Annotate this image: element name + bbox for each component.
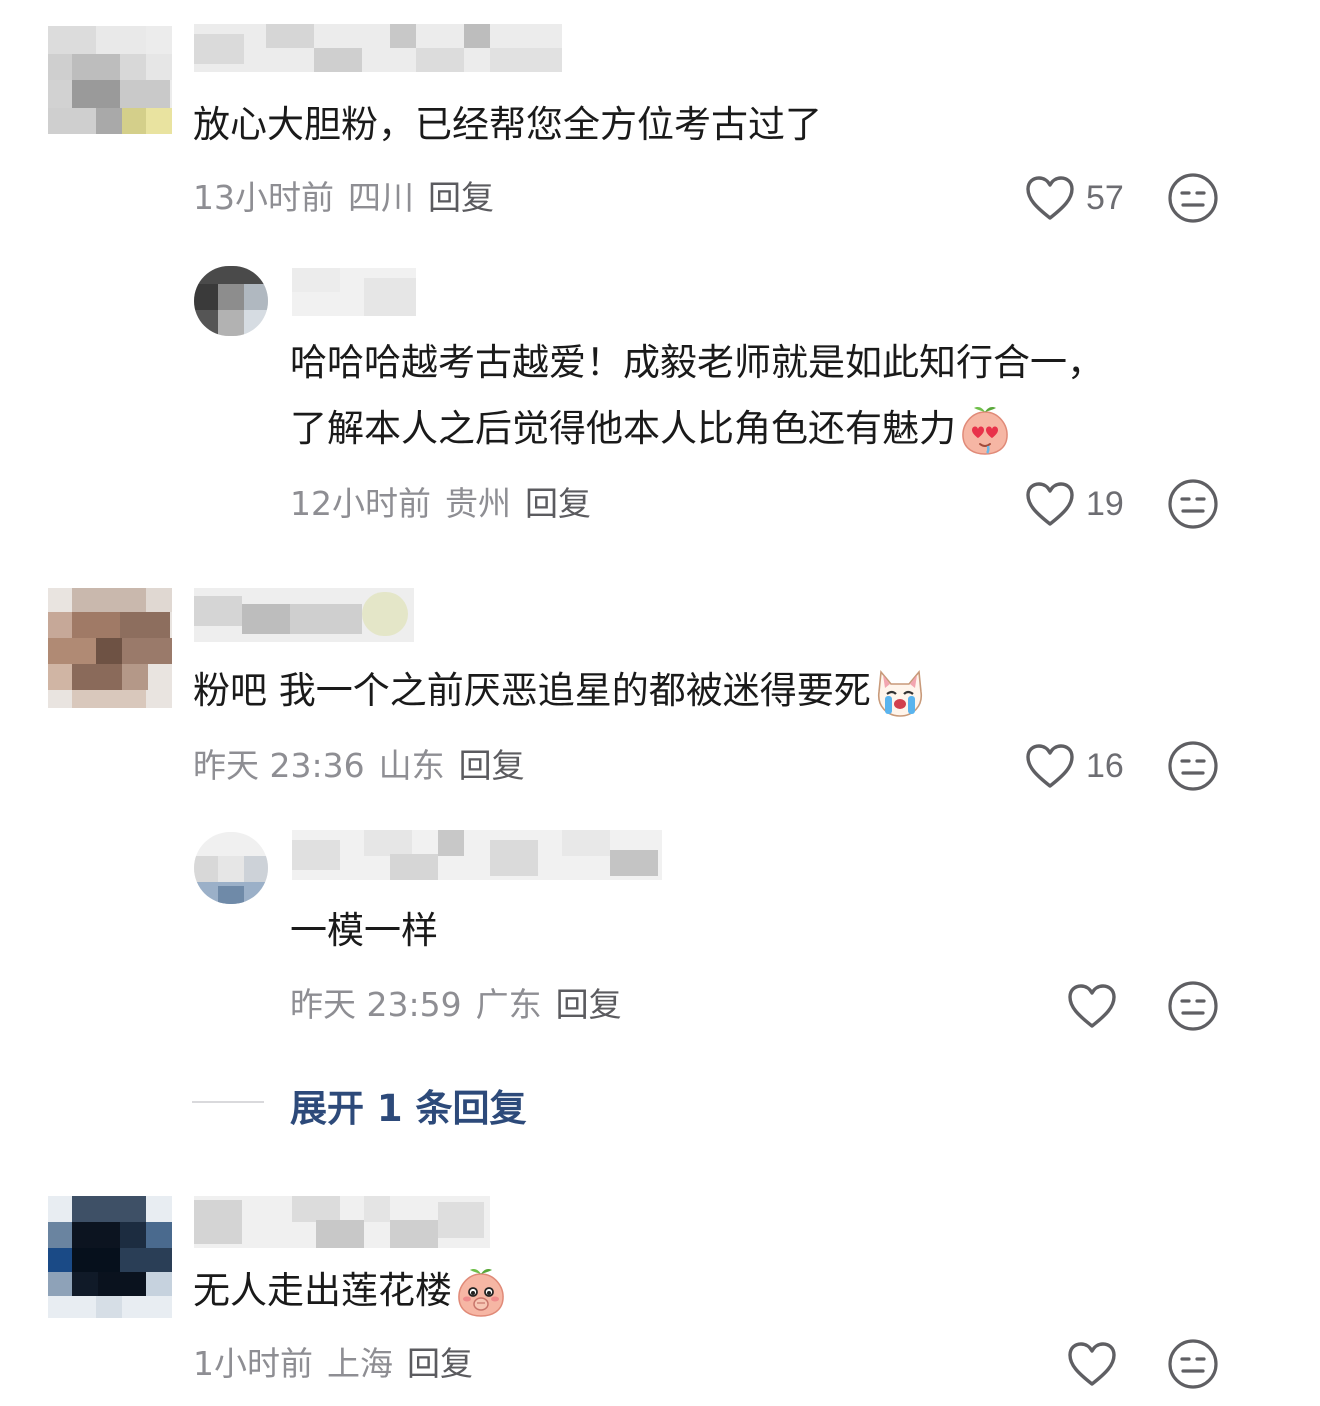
comment-meta: 13小时前 四川 回复 bbox=[193, 178, 494, 218]
comment-text: 无人走出莲花楼 bbox=[193, 1260, 508, 1322]
avatar[interactable] bbox=[48, 26, 172, 134]
like-count: 19 bbox=[1086, 484, 1124, 523]
neutral-face-icon[interactable] bbox=[1167, 172, 1219, 224]
reply-avatar[interactable] bbox=[194, 832, 268, 904]
reply-text: 了解本人之后觉得他本人比角色还有魅力 bbox=[290, 407, 956, 450]
like-count: 16 bbox=[1086, 746, 1124, 785]
expand-divider bbox=[192, 1101, 264, 1103]
reply-button[interactable]: 回复 bbox=[428, 178, 494, 217]
comment-location: 山东 bbox=[378, 746, 445, 785]
reply-username[interactable] bbox=[292, 268, 416, 316]
username[interactable] bbox=[194, 24, 562, 72]
reply-button[interactable]: 回复 bbox=[459, 746, 525, 785]
crying-dog-emoji bbox=[877, 669, 922, 717]
comment-meta: 1小时前 上海 回复 bbox=[193, 1344, 473, 1384]
heart-outline-icon bbox=[1068, 1342, 1116, 1386]
comment-time: 13小时前 bbox=[193, 178, 334, 217]
reply-username[interactable] bbox=[292, 830, 662, 880]
neutral-face-icon[interactable] bbox=[1167, 740, 1219, 792]
reply-text-line2: 了解本人之后觉得他本人比角色还有魅力 bbox=[290, 398, 1012, 460]
like-count: 57 bbox=[1086, 178, 1124, 217]
comment-text: 放心大胆粉，已经帮您全方位考古过了 bbox=[193, 103, 822, 146]
reply-location: 广东 bbox=[475, 985, 542, 1024]
comment-location: 四川 bbox=[348, 178, 414, 217]
heart-eyes-peach-emoji bbox=[962, 406, 1008, 455]
neutral-face-icon[interactable] bbox=[1167, 1338, 1219, 1390]
reply-button[interactable]: 回复 bbox=[407, 1344, 473, 1383]
neutral-face-icon[interactable] bbox=[1167, 478, 1219, 530]
heart-outline-icon bbox=[1026, 744, 1074, 788]
reply-time: 昨天 23:59 bbox=[290, 985, 462, 1024]
reply-text-line1: 哈哈哈越考古越爱！成毅老师就是如此知行合一， bbox=[290, 341, 1104, 384]
reply-location: 贵州 bbox=[445, 484, 511, 523]
like-button[interactable] bbox=[1066, 978, 1118, 1034]
heart-outline-icon bbox=[1068, 984, 1116, 1028]
comment-time: 昨天 23:36 bbox=[193, 746, 365, 785]
avatar[interactable] bbox=[48, 1196, 172, 1318]
comment-text-body: 粉吧 我一个之前厌恶追星的都被迷得要死 bbox=[193, 669, 871, 712]
comment-text: 粉吧 我一个之前厌恶追星的都被迷得要死 bbox=[193, 660, 927, 722]
reply-button[interactable]: 回复 bbox=[556, 985, 622, 1024]
username[interactable] bbox=[194, 588, 414, 642]
reply-meta: 12小时前 贵州 回复 bbox=[290, 484, 591, 524]
expand-replies-button[interactable]: 展开 1 条回复 bbox=[290, 1078, 527, 1132]
reply-text: 一模一样 bbox=[290, 909, 438, 952]
heart-outline-icon bbox=[1026, 482, 1074, 526]
comment-text-body: 无人走出莲花楼 bbox=[193, 1269, 452, 1312]
like-button[interactable]: 16 bbox=[1024, 738, 1124, 794]
comment-meta: 昨天 23:36 山东 回复 bbox=[193, 746, 525, 786]
heart-outline-icon bbox=[1026, 176, 1074, 220]
shy-peach-emoji bbox=[458, 1268, 504, 1317]
reply-meta: 昨天 23:59 广东 回复 bbox=[290, 985, 622, 1025]
reply-button[interactable]: 回复 bbox=[525, 484, 591, 523]
comment-time: 1小时前 bbox=[193, 1344, 313, 1383]
comment-location: 上海 bbox=[327, 1344, 393, 1383]
like-button[interactable] bbox=[1066, 1336, 1118, 1392]
reply-time: 12小时前 bbox=[290, 484, 431, 523]
reply-avatar[interactable] bbox=[194, 266, 268, 336]
username[interactable] bbox=[194, 1196, 490, 1248]
like-button[interactable]: 57 bbox=[1024, 170, 1124, 226]
avatar[interactable] bbox=[48, 588, 172, 708]
neutral-face-icon[interactable] bbox=[1167, 980, 1219, 1032]
like-button[interactable]: 19 bbox=[1024, 476, 1124, 532]
